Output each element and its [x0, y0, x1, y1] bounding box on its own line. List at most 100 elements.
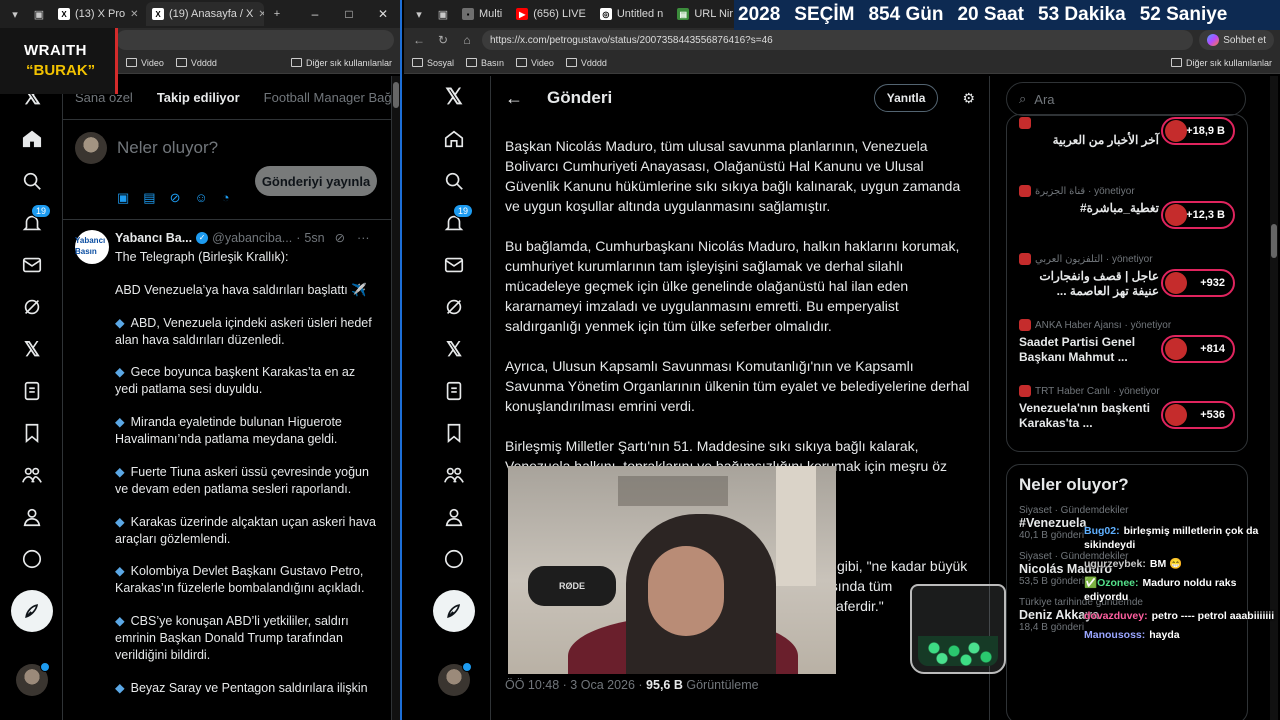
post-timestamp[interactable]: ÖÖ 10:48 · 3 Oca 2026 · [505, 678, 646, 692]
bookmark-other-favorites[interactable]: Diğer sık kullanılanlar [290, 58, 392, 68]
trends-title: Neler oluyor? [1019, 475, 1129, 494]
post-meta: ÖÖ 10:48 · 3 Oca 2026 · 95,6 B Görüntüle… [505, 678, 759, 692]
live-broadcast-item[interactable]: قناة الجزيرة · yönetiyor تغطية_مباشرة# +12… [1007, 185, 1247, 257]
toolbar: ← ↻ ⌂ https://x.com/petrogustavo/status/… [404, 28, 1280, 52]
live-broadcast-item[interactable]: ANKA Haber Ajansı · yönetiyor Saadet Part… [1007, 319, 1247, 391]
compose-post-button[interactable] [433, 590, 475, 632]
grok-icon[interactable]: ⊘ [335, 230, 345, 247]
grok-icon[interactable]: ⊘ [170, 190, 181, 206]
home-icon[interactable] [19, 126, 45, 152]
home-icon[interactable] [441, 126, 467, 152]
countdown-days: 854 Gün [868, 4, 944, 25]
address-bar[interactable]: https://x.com/petrogustavo/status/200735… [482, 30, 1194, 50]
live-broadcast-item[interactable]: التلفزيون العربي · yönetiyor عاجل | قصف و… [1007, 253, 1247, 325]
minimize-icon[interactable]: – [298, 7, 332, 21]
lists-icon[interactable] [19, 378, 45, 404]
close-window-icon[interactable]: ✕ [366, 7, 400, 21]
bookmark-video[interactable]: Video [126, 58, 164, 68]
account-avatar[interactable] [16, 662, 50, 696]
close-tab-icon[interactable]: ✕ [130, 9, 138, 20]
search-icon[interactable] [19, 168, 45, 194]
image-icon[interactable]: ▣ [117, 190, 129, 206]
page-favicon-icon: ◎ [599, 8, 612, 20]
profile-icon[interactable] [19, 504, 45, 530]
notifications-icon[interactable]: 19 [19, 204, 51, 236]
tab-following[interactable]: Takip ediliyor [157, 90, 240, 105]
live-listener-count: +536 [1161, 401, 1235, 429]
live-broadcast-item[interactable]: آخر الأخبار من العربية +18,9 B [1007, 117, 1247, 189]
workspaces-icon[interactable]: ▣ [432, 3, 454, 25]
premium-x-icon[interactable]: 𝕏 [441, 336, 467, 362]
tab-multi[interactable]: ▪ Multi [456, 2, 508, 26]
tab-url[interactable]: ▤ URL Nir [671, 2, 739, 26]
bookmarks-icon[interactable] [19, 420, 45, 446]
refresh-icon[interactable]: ↻ [434, 33, 452, 47]
messages-icon[interactable] [19, 252, 45, 278]
copilot-chat-button[interactable]: Sohbet et [1199, 30, 1274, 50]
tab-anasayfa[interactable]: X(19) Anasayfa / X✕ [146, 2, 264, 26]
tab-live[interactable]: ▶ (656) LIVE [510, 2, 592, 26]
tweet-avatar[interactable]: Yabancı Basın [75, 230, 109, 264]
workspaces-icon[interactable]: ▣ [28, 3, 50, 25]
messages-icon[interactable] [441, 252, 467, 278]
channel-avatar [1019, 117, 1031, 129]
tab-x-pro[interactable]: X (13) X Pro ✕ [52, 2, 144, 26]
diamond-icon: ◆ [115, 680, 125, 695]
maximize-icon[interactable]: □ [332, 7, 366, 21]
tab-actions-icon[interactable]: ▾ [4, 3, 26, 25]
post-submit-button[interactable]: Gönderiyi yayınla [255, 166, 377, 196]
chat-message: Manousoss: hayda [1084, 628, 1280, 642]
emoji-icon[interactable]: ☺ [195, 190, 208, 206]
premium-x-icon[interactable]: 𝕏 [19, 336, 45, 362]
home-icon[interactable]: ⌂ [458, 33, 476, 47]
search-field[interactable]: ⌕ Ara [1006, 82, 1246, 116]
communities-icon[interactable] [441, 462, 467, 488]
bookmark-vdddd[interactable]: Vdddd [565, 58, 607, 68]
schedule-icon[interactable]: ◔ [222, 190, 230, 206]
author-name[interactable]: Yabancı Ba... [115, 230, 192, 247]
more-icon[interactable] [19, 546, 45, 572]
live-broadcast-item[interactable]: TRT Haber Canlı · yönetiyor Venezuela'nın… [1007, 385, 1247, 451]
post-paragraph: Ayrıca, Ulusun Kapsamlı Savunması Komuta… [505, 358, 970, 414]
compose-post-button[interactable] [11, 590, 53, 632]
search-icon[interactable] [441, 168, 467, 194]
composer-input[interactable]: Neler oluyor? [117, 138, 218, 158]
grok-icon[interactable] [441, 294, 467, 320]
filter-settings-icon[interactable]: ⚙ [962, 90, 975, 107]
scroll-thumb[interactable] [393, 82, 399, 108]
notifications-icon[interactable]: 19 [441, 204, 473, 236]
profile-icon[interactable] [441, 504, 467, 530]
account-avatar[interactable] [438, 662, 472, 696]
bookmarks-icon[interactable] [441, 420, 467, 446]
bookmark-vdddd[interactable]: Vdddd [175, 58, 217, 68]
tweet-time[interactable]: 5sn [304, 230, 324, 247]
bookmark-basin[interactable]: Basın [466, 58, 504, 68]
grok-icon[interactable] [19, 294, 45, 320]
author-handle[interactable]: @yabanciba... [212, 230, 292, 247]
address-bar[interactable] [116, 30, 394, 50]
chat-message: ✅Ozonee: Maduro noldu raks ediyordu [1084, 576, 1280, 604]
reply-button[interactable]: Yanıtla [873, 84, 939, 112]
back-arrow-icon[interactable]: ← [505, 88, 523, 109]
scrollbar[interactable] [392, 76, 400, 720]
post-paragraph: Başkan Nicolás Maduro, tüm ulusal savunm… [505, 138, 961, 214]
tab-football-manager[interactable]: Football Manager Bağ [264, 90, 391, 105]
bookmark-video[interactable]: Video [516, 58, 554, 68]
x-logo-icon[interactable]: 𝕏 [441, 84, 467, 110]
lists-icon[interactable] [441, 378, 467, 404]
gif-icon[interactable]: ▤ [143, 190, 155, 206]
back-icon[interactable]: ← [410, 33, 428, 47]
tab-actions-icon[interactable]: ▾ [408, 3, 430, 25]
scroll-thumb[interactable] [1271, 224, 1277, 258]
more-icon[interactable] [441, 546, 467, 572]
tab-untitled[interactable]: ◎ Untitled n [594, 2, 669, 26]
communities-icon[interactable] [19, 462, 45, 488]
close-tab-icon[interactable]: ✕ [258, 9, 264, 20]
chat-username: ✅Ozonee: [1084, 577, 1139, 589]
more-options-icon[interactable]: ··· [357, 230, 370, 247]
streamer-logo: WRAITH “BURAK” [0, 28, 118, 94]
bookmark-sosyal[interactable]: Sosyal [412, 58, 454, 68]
tweet[interactable]: Yabancı Basın Yabancı Ba... ✓ @yabanciba… [63, 220, 391, 697]
bookmark-other-favorites[interactable]: Diğer sık kullanılanlar [1170, 58, 1272, 68]
new-tab-icon[interactable]: + [266, 3, 288, 25]
